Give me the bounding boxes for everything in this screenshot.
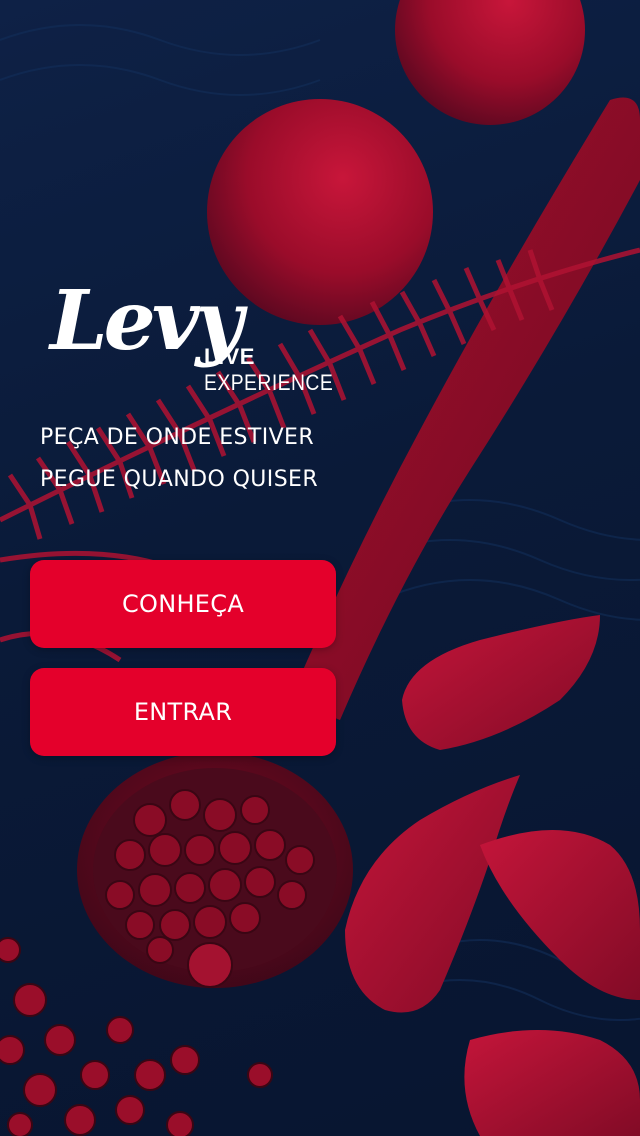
login-button-label: ENTRAR [133, 698, 233, 726]
garlic-clove-4 [464, 1030, 640, 1136]
welcome-screen: Levy LIVE EXPERIENCE PEÇA DE ONDE ESTIVE… [0, 0, 640, 1136]
discover-button-label: CONHEÇA [121, 590, 245, 618]
garlic-clove-1 [402, 615, 600, 750]
logo-experience-text: EXPERIENCE [204, 370, 334, 395]
logo-live-text: LIVE [204, 344, 255, 369]
peppercorn-top [395, 0, 585, 125]
garlic-clove-2 [345, 775, 520, 1013]
garlic-clove-3 [480, 830, 640, 1000]
tagline-line-2: PEGUE QUANDO QUISER [40, 467, 319, 492]
discover-button[interactable]: CONHEÇA [30, 560, 336, 648]
login-button[interactable]: ENTRAR [30, 668, 336, 756]
levy-live-experience-logo: Levy LIVE EXPERIENCE [50, 280, 340, 405]
tagline-line-1: PEÇA DE ONDE ESTIVER [40, 425, 315, 450]
